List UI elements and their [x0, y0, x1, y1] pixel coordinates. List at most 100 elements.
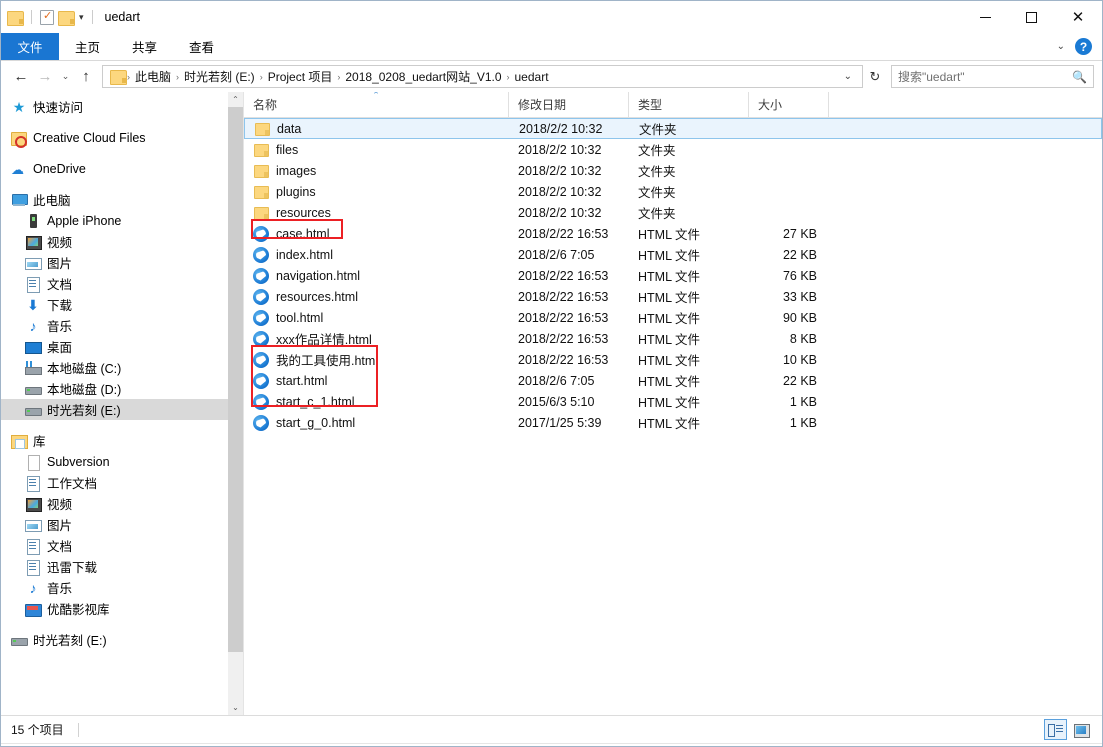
breadcrumb-item-2[interactable]: Project 项目: [264, 68, 337, 85]
details-view-button[interactable]: [1044, 719, 1067, 740]
table-row[interactable]: start_c_1.html2015/6/3 5:10HTML 文件1 KB: [244, 391, 1102, 412]
scroll-up-icon[interactable]: ⌃: [228, 92, 243, 107]
properties-icon[interactable]: [40, 10, 54, 25]
sidebar-item-9[interactable]: ♪音乐: [1, 315, 243, 336]
sidebar-item-16[interactable]: 工作文档: [1, 472, 243, 493]
sidebar-item-4[interactable]: Apple iPhone: [1, 210, 243, 231]
tab-share[interactable]: 共享: [116, 33, 173, 60]
column-header-size[interactable]: 大小: [749, 92, 829, 117]
cell-date: 2018/2/22 16:53: [509, 269, 629, 283]
cell-date: 2018/2/2 10:32: [509, 206, 629, 220]
qat-dropdown-icon[interactable]: ▾: [79, 13, 84, 22]
search-input[interactable]: 搜索"uedart" 🔍: [891, 65, 1094, 88]
sidebar-item-7[interactable]: 文档: [1, 273, 243, 294]
sidebar-item-label: 迅雷下载: [47, 557, 97, 576]
cell-type: 文件夹: [630, 119, 750, 138]
cell-name: index.html: [244, 247, 509, 263]
sidebar-item-8[interactable]: ⬇下载: [1, 294, 243, 315]
sidebar-item-23[interactable]: 时光若刻 (E:): [1, 629, 243, 650]
sidebar-item-11[interactable]: 本地磁盘 (C:): [1, 357, 243, 378]
tab-file[interactable]: 文件: [1, 33, 59, 60]
table-row[interactable]: plugins2018/2/2 10:32文件夹: [244, 181, 1102, 202]
sidebar-item-0[interactable]: ★快速访问: [1, 96, 243, 117]
sidebar-group-gap: [1, 117, 243, 127]
sidebar-item-label: 时光若刻 (E:): [33, 630, 107, 649]
sidebar-item-10[interactable]: 桌面: [1, 336, 243, 357]
sidebar-item-15[interactable]: Subversion: [1, 451, 243, 472]
table-row[interactable]: tool.html2018/2/22 16:53HTML 文件90 KB: [244, 307, 1102, 328]
tab-view[interactable]: 查看: [173, 33, 230, 60]
cell-size: 33 KB: [749, 290, 829, 304]
sidebar-item-5[interactable]: 视频: [1, 231, 243, 252]
chevron-down-icon[interactable]: ⌄: [1057, 41, 1065, 52]
sidebar-item-13[interactable]: 时光若刻 (E:): [1, 399, 243, 420]
cell-name: tool.html: [244, 310, 509, 326]
cell-type: HTML 文件: [629, 287, 749, 306]
close-button[interactable]: ✕: [1054, 1, 1102, 33]
maximize-button[interactable]: [1008, 1, 1054, 33]
cell-date: 2018/2/2 10:32: [509, 143, 629, 157]
table-row[interactable]: start.html2018/2/6 7:05HTML 文件22 KB: [244, 370, 1102, 391]
sidebar-item-6[interactable]: 图片: [1, 252, 243, 273]
table-row[interactable]: resources.html2018/2/22 16:53HTML 文件33 K…: [244, 286, 1102, 307]
cell-date: 2018/2/22 16:53: [509, 290, 629, 304]
sidebar-item-3[interactable]: 此电脑: [1, 189, 243, 210]
navigation-scrollbar[interactable]: ⌃ ⌄: [228, 92, 243, 715]
table-row[interactable]: xxx作品详情.html2018/2/22 16:53HTML 文件8 KB: [244, 328, 1102, 349]
table-row[interactable]: start_g_0.html2017/1/25 5:39HTML 文件1 KB: [244, 412, 1102, 433]
cell-name: case.html: [244, 226, 509, 242]
table-row[interactable]: files2018/2/2 10:32文件夹: [244, 139, 1102, 160]
recent-locations-button[interactable]: ⌄: [57, 65, 74, 89]
breadcrumb-item-1[interactable]: 时光若刻 (E:): [180, 68, 259, 85]
scrollbar-thumb[interactable]: [228, 107, 243, 652]
table-row[interactable]: navigation.html2018/2/22 16:53HTML 文件76 …: [244, 265, 1102, 286]
up-button[interactable]: ↑: [74, 65, 98, 89]
large-icons-view-button[interactable]: [1069, 719, 1092, 740]
table-row[interactable]: 我的工具使用.html2018/2/22 16:53HTML 文件10 KB: [244, 349, 1102, 370]
scroll-down-icon[interactable]: ⌄: [228, 700, 243, 715]
table-row[interactable]: images2018/2/2 10:32文件夹: [244, 160, 1102, 181]
sidebar-item-22[interactable]: 优酷影视库: [1, 598, 243, 619]
sidebar-item-18[interactable]: 图片: [1, 514, 243, 535]
sidebar-item-20[interactable]: 迅雷下载: [1, 556, 243, 577]
breadcrumb-dropdown-icon[interactable]: ⌄: [836, 71, 860, 82]
forward-button[interactable]: →: [33, 65, 57, 89]
refresh-button[interactable]: ↻: [863, 65, 887, 88]
column-headers: ⌃ 名称 修改日期 类型 大小: [244, 92, 1102, 118]
minimize-button[interactable]: [962, 1, 1008, 33]
sidebar-item-1[interactable]: Creative Cloud Files: [1, 127, 243, 148]
item-count-label: 15 个项目: [11, 721, 64, 738]
new-folder-icon[interactable]: [58, 11, 74, 24]
tab-home[interactable]: 主页: [59, 33, 116, 60]
help-icon[interactable]: ?: [1075, 38, 1092, 55]
folder-icon[interactable]: [7, 11, 23, 24]
sidebar-item-14[interactable]: 库: [1, 430, 243, 451]
table-row[interactable]: data2018/2/2 10:32文件夹: [244, 118, 1102, 139]
sidebar-item-label: 图片: [47, 253, 72, 272]
downloads-icon: ⬇: [25, 297, 41, 313]
sidebar-item-2[interactable]: ☁OneDrive: [1, 158, 243, 179]
file-name-label: case.html: [276, 227, 330, 241]
back-button[interactable]: ←: [9, 65, 33, 89]
cell-date: 2018/2/22 16:53: [509, 311, 629, 325]
sidebar-item-19[interactable]: 文档: [1, 535, 243, 556]
table-row[interactable]: index.html2018/2/6 7:05HTML 文件22 KB: [244, 244, 1102, 265]
sidebar-item-label: Creative Cloud Files: [33, 131, 146, 145]
breadcrumb[interactable]: › 此电脑 › 时光若刻 (E:) › Project 项目 › 2018_02…: [102, 65, 863, 88]
table-row[interactable]: resources2018/2/2 10:32文件夹: [244, 202, 1102, 223]
table-row[interactable]: case.html2018/2/22 16:53HTML 文件27 KB: [244, 223, 1102, 244]
sidebar-item-21[interactable]: ♪音乐: [1, 577, 243, 598]
details-view-icon: [1048, 723, 1063, 736]
sidebar-item-17[interactable]: 视频: [1, 493, 243, 514]
breadcrumb-folder-icon: [110, 70, 126, 83]
breadcrumb-item-4[interactable]: uedart: [511, 70, 553, 84]
cell-type: HTML 文件: [629, 392, 749, 411]
column-header-date[interactable]: 修改日期: [509, 92, 629, 117]
breadcrumb-item-0[interactable]: 此电脑: [131, 68, 175, 85]
column-header-name[interactable]: ⌃ 名称: [244, 92, 509, 117]
breadcrumb-item-3[interactable]: 2018_0208_uedart网站_V1.0: [341, 68, 505, 85]
column-header-type[interactable]: 类型: [629, 92, 749, 117]
html-file-icon: [253, 415, 269, 431]
sidebar-item-12[interactable]: 本地磁盘 (D:): [1, 378, 243, 399]
search-placeholder: 搜索"uedart": [898, 68, 965, 85]
